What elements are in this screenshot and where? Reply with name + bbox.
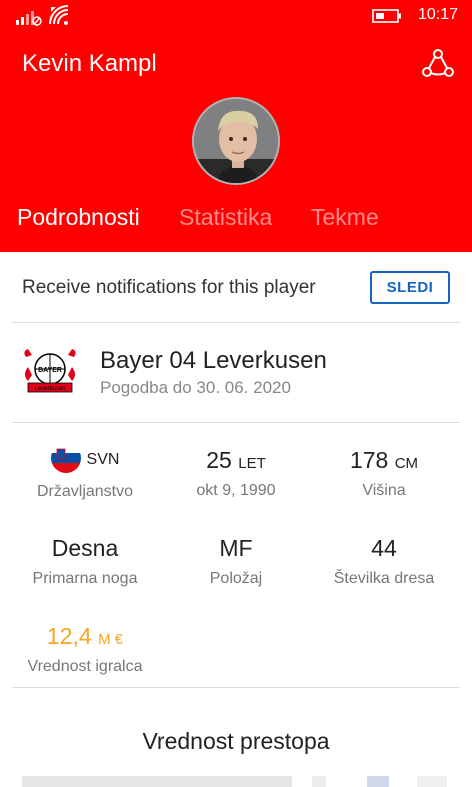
birth-date: okt 9, 1990 [196, 482, 276, 499]
shirt-label: Številka dresa [333, 570, 435, 587]
divider [12, 422, 460, 423]
height-unit: CM [394, 455, 419, 472]
market-value-label: Vrednost igralca [27, 658, 143, 675]
follow-button[interactable]: SLEDI [370, 271, 450, 304]
position-label: Položaj [209, 570, 263, 587]
player-name: Kevin Kampl [22, 50, 157, 77]
stat-market-value: 12,4 M € Vrednost igralca [10, 623, 160, 676]
status-time: 10:17 [417, 6, 458, 23]
foot-label: Primarna noga [32, 570, 138, 587]
club-logo-text-bottom: Leverkusen [34, 386, 65, 392]
player-header: 10:17 Kevin Kampl Podrobnosti Statistika… [0, 0, 472, 252]
shirt-value: 44 [371, 535, 397, 561]
nationality-code: SVN [86, 451, 120, 468]
tab-bar: Podrobnosti Statistika Tekme [0, 204, 472, 240]
player-avatar [192, 97, 280, 185]
age-value: 25 [206, 447, 232, 473]
transfer-section-title: Vrednost prestopa [142, 728, 330, 754]
height-value: 178 [349, 447, 389, 473]
tab-podrobnosti[interactable]: Podrobnosti [17, 204, 140, 231]
foot-value: Desna [51, 535, 119, 561]
stat-height: 178 CM Višina [309, 447, 459, 500]
club-logo[interactable]: BAYER Leverkusen [22, 347, 78, 395]
notification-row: Receive notifications for this player SL… [0, 252, 472, 322]
tab-tekme[interactable]: Tekme [311, 204, 379, 231]
height-label: Višina [362, 482, 406, 499]
nationality-label: Državljanstvo [36, 483, 134, 500]
battery-icon [372, 9, 401, 23]
transfer-chart-strip [22, 776, 447, 787]
divider [12, 322, 460, 323]
tab-statistika[interactable]: Statistika [179, 204, 272, 231]
stat-foot: Desna Primarna noga [10, 535, 160, 588]
club-logo-text-top: BAYER [38, 367, 62, 374]
share-icon[interactable] [420, 46, 456, 82]
flag-slovenia-icon [50, 443, 81, 473]
stat-position: MF Položaj [161, 535, 311, 588]
market-value: 12,4 [46, 623, 92, 649]
position-value: MF [219, 535, 253, 561]
stat-age: 25 LET okt 9, 1990 [161, 447, 311, 500]
stat-shirt: 44 Številka dresa [309, 535, 459, 588]
wifi-icon [49, 5, 69, 25]
club-name[interactable]: Bayer 04 Leverkusen [100, 347, 327, 375]
market-value-unit: M € [98, 631, 124, 648]
divider [12, 687, 460, 688]
club-contract: Pogodba do 30. 06. 2020 [100, 378, 291, 397]
notification-text: Receive notifications for this player [22, 277, 316, 298]
signal-icon [16, 11, 42, 26]
age-unit: LET [238, 455, 266, 472]
status-bar: 10:17 [0, 0, 472, 32]
stat-nationality: SVN Državljanstvo [10, 443, 160, 501]
